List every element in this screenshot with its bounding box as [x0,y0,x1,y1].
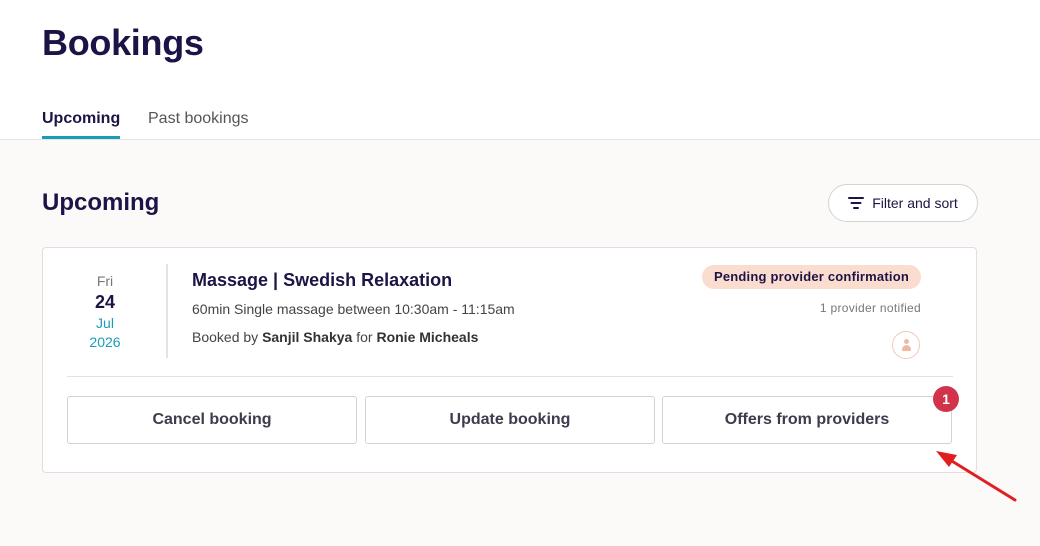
annotation-arrow [936,451,1017,502]
